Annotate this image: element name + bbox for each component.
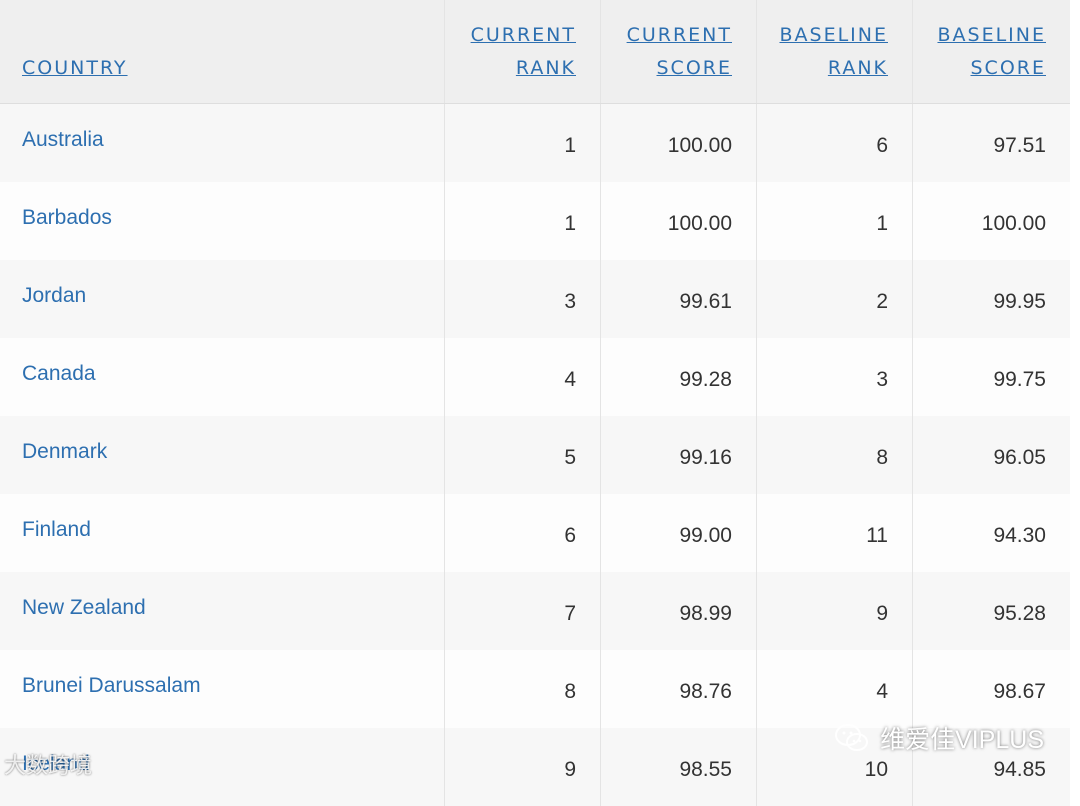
country-cell: Brunei Darussalam: [0, 650, 445, 728]
country-cell: Denmark: [0, 416, 445, 494]
header-current-score[interactable]: CURRENT SCORE: [601, 0, 757, 103]
baseline-score-cell: 99.75: [993, 368, 1046, 391]
country-link[interactable]: Jordan: [22, 284, 86, 308]
country-link[interactable]: Australia: [22, 128, 104, 152]
current-score-cell: 99.61: [601, 260, 757, 338]
header-baseline-rank-line1[interactable]: BASELINE: [779, 19, 888, 52]
country-link[interactable]: Canada: [22, 362, 96, 386]
table-row: Jordan 3 99.61 2 99.95: [0, 260, 1070, 338]
baseline-score-cell: 98.67: [993, 680, 1046, 703]
header-country-label[interactable]: COUNTRY: [22, 52, 128, 85]
current-rank-cell: 9: [445, 728, 601, 806]
header-baseline-rank-line2[interactable]: RANK: [828, 52, 888, 85]
current-rank-cell: 3: [445, 260, 601, 338]
current-rank-cell: 6: [445, 494, 601, 572]
header-country[interactable]: COUNTRY: [0, 0, 445, 103]
ranking-table: COUNTRY CURRENT RANK CURRENT SCORE BASEL…: [0, 0, 1070, 806]
country-cell: Canada: [0, 338, 445, 416]
table-row: Denmark 5 99.16 8 96.05: [0, 416, 1070, 494]
current-rank-cell: 5: [445, 416, 601, 494]
current-rank-cell: 4: [445, 338, 601, 416]
baseline-score-cell: 95.28: [993, 602, 1046, 625]
baseline-score-cell: 94.30: [993, 524, 1046, 547]
country-cell: Barbados: [0, 182, 445, 260]
header-baseline-score[interactable]: BASELINE SCORE: [913, 0, 1070, 103]
baseline-rank-cell: 8: [757, 416, 913, 494]
header-baseline-score-line1[interactable]: BASELINE: [937, 19, 1046, 52]
watermark-right: 维爱佳VIPLUS: [834, 720, 1044, 756]
baseline-score-cell: 99.95: [993, 290, 1046, 313]
table-row: Finland 6 99.00 11 94.30: [0, 494, 1070, 572]
baseline-rank-cell: 2: [757, 260, 913, 338]
current-score-cell: 98.76: [601, 650, 757, 728]
current-score-cell: 98.99: [601, 572, 757, 650]
current-rank-cell: 8: [445, 650, 601, 728]
table-row: Canada 4 99.28 3 99.75: [0, 338, 1070, 416]
current-score-cell: 100.00: [601, 182, 757, 260]
country-cell: Finland: [0, 494, 445, 572]
baseline-rank-cell: 9: [757, 572, 913, 650]
current-rank-cell: 1: [445, 104, 601, 182]
wechat-icon: [835, 724, 869, 751]
country-link[interactable]: Barbados: [22, 206, 112, 230]
baseline-rank-cell: 6: [757, 104, 913, 182]
header-baseline-rank[interactable]: BASELINE RANK: [757, 0, 913, 103]
table-row: Barbados 1 100.00 1 100.00: [0, 182, 1070, 260]
current-score-cell: 99.28: [601, 338, 757, 416]
watermark-right-text: 维爱佳VIPLUS: [880, 726, 1044, 754]
baseline-rank-cell: 1: [757, 182, 913, 260]
header-baseline-score-line2[interactable]: SCORE: [971, 52, 1047, 85]
header-current-rank-line1[interactable]: CURRENT: [471, 19, 576, 52]
current-score-cell: 99.16: [601, 416, 757, 494]
header-current-score-line1[interactable]: CURRENT: [627, 19, 732, 52]
baseline-score-cell: 100.00: [981, 212, 1046, 235]
country-link[interactable]: Denmark: [22, 440, 107, 464]
table-header-row: COUNTRY CURRENT RANK CURRENT SCORE BASEL…: [0, 0, 1070, 104]
current-score-cell: 98.55: [601, 728, 757, 806]
watermark-left-text: 大数跨境: [4, 753, 93, 778]
country-cell: Jordan: [0, 260, 445, 338]
baseline-rank-cell: 3: [757, 338, 913, 416]
current-score-cell: 100.00: [601, 104, 757, 182]
baseline-score-cell: 97.51: [993, 134, 1046, 157]
current-score-cell: 99.00: [601, 494, 757, 572]
table-row: Brunei Darussalam 8 98.76 4 98.67: [0, 650, 1070, 728]
current-rank-cell: 1: [445, 182, 601, 260]
country-cell: New Zealand: [0, 572, 445, 650]
country-link[interactable]: Brunei Darussalam: [22, 674, 201, 698]
baseline-rank-cell: 11: [757, 494, 913, 572]
table-row: Australia 1 100.00 6 97.51: [0, 104, 1070, 182]
table-row: New Zealand 7 98.99 9 95.28: [0, 572, 1070, 650]
country-link[interactable]: New Zealand: [22, 596, 146, 620]
country-cell: Australia: [0, 104, 445, 182]
watermark-left: 大数跨境: [4, 748, 92, 780]
baseline-rank-cell: 4: [757, 650, 913, 728]
header-current-score-line2[interactable]: SCORE: [657, 52, 733, 85]
country-link[interactable]: Finland: [22, 518, 91, 542]
baseline-score-cell: 96.05: [993, 446, 1046, 469]
current-rank-cell: 7: [445, 572, 601, 650]
header-current-rank-line2[interactable]: RANK: [516, 52, 576, 85]
header-current-rank[interactable]: CURRENT RANK: [445, 0, 601, 103]
